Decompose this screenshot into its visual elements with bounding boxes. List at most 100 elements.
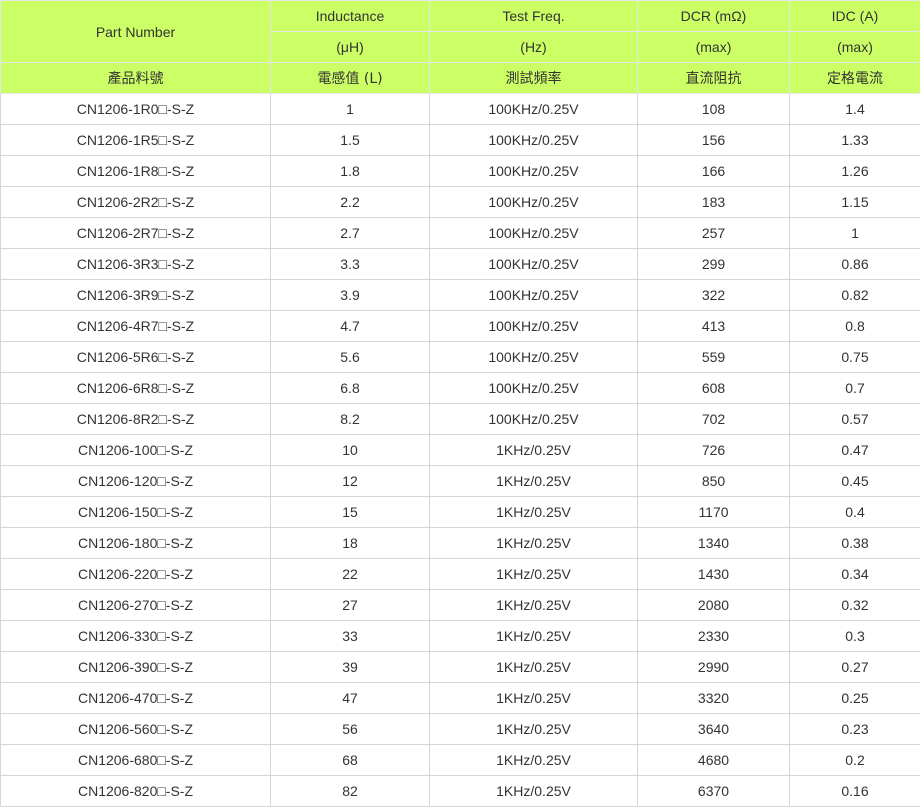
cell-dcr: 3640 [638, 714, 790, 745]
cell-inductance: 56 [271, 714, 430, 745]
cell-dcr: 559 [638, 342, 790, 373]
cell-idc: 0.4 [790, 497, 920, 528]
cell-test-freq: 100KHz/0.25V [430, 342, 638, 373]
cell-part-number: CN1206-4R7□-S-Z [1, 311, 271, 342]
cell-dcr: 322 [638, 280, 790, 311]
cell-test-freq: 100KHz/0.25V [430, 187, 638, 218]
table-row: CN1206-470□-S-Z471KHz/0.25V33200.25 [1, 683, 920, 714]
cell-inductance: 10 [271, 435, 430, 466]
table-row: CN1206-330□-S-Z331KHz/0.25V23300.3 [1, 621, 920, 652]
cell-test-freq: 100KHz/0.25V [430, 280, 638, 311]
table-row: CN1206-3R3□-S-Z3.3100KHz/0.25V2990.86 [1, 249, 920, 280]
cell-inductance: 6.8 [271, 373, 430, 404]
cell-part-number: CN1206-1R8□-S-Z [1, 156, 271, 187]
cell-idc: 0.3 [790, 621, 920, 652]
cell-inductance: 3.9 [271, 280, 430, 311]
cell-idc: 0.2 [790, 745, 920, 776]
cell-dcr: 6370 [638, 776, 790, 807]
cell-inductance: 15 [271, 497, 430, 528]
cell-idc: 0.27 [790, 652, 920, 683]
cell-idc: 0.75 [790, 342, 920, 373]
cell-idc: 1.26 [790, 156, 920, 187]
cell-part-number: CN1206-3R9□-S-Z [1, 280, 271, 311]
cell-part-number: CN1206-8R2□-S-Z [1, 404, 271, 435]
header-idc: IDC (A) [790, 1, 920, 32]
cell-test-freq: 100KHz/0.25V [430, 311, 638, 342]
header-inductance: Inductance [271, 1, 430, 32]
table-row: CN1206-180□-S-Z181KHz/0.25V13400.38 [1, 528, 920, 559]
cell-idc: 1.15 [790, 187, 920, 218]
cell-inductance: 2.7 [271, 218, 430, 249]
cell-inductance: 27 [271, 590, 430, 621]
cell-part-number: CN1206-1R5□-S-Z [1, 125, 271, 156]
table-row: CN1206-2R7□-S-Z2.7100KHz/0.25V2571 [1, 218, 920, 249]
cell-test-freq: 100KHz/0.25V [430, 218, 638, 249]
cell-inductance: 4.7 [271, 311, 430, 342]
cell-part-number: CN1206-470□-S-Z [1, 683, 271, 714]
table-row: CN1206-5R6□-S-Z5.6100KHz/0.25V5590.75 [1, 342, 920, 373]
cell-dcr: 850 [638, 466, 790, 497]
cell-idc: 1 [790, 218, 920, 249]
header-part-number-cn: 產品料號 [1, 63, 271, 94]
spec-table-body: Part Number Inductance Test Freq. DCR (m… [1, 1, 920, 807]
cell-part-number: CN1206-2R7□-S-Z [1, 218, 271, 249]
cell-test-freq: 1KHz/0.25V [430, 435, 638, 466]
cell-dcr: 702 [638, 404, 790, 435]
cell-dcr: 156 [638, 125, 790, 156]
cell-inductance: 18 [271, 528, 430, 559]
cell-part-number: CN1206-100□-S-Z [1, 435, 271, 466]
header-test-freq-unit: (Hz) [430, 32, 638, 63]
cell-test-freq: 1KHz/0.25V [430, 590, 638, 621]
cell-dcr: 413 [638, 311, 790, 342]
cell-part-number: CN1206-120□-S-Z [1, 466, 271, 497]
table-row: CN1206-2R2□-S-Z2.2100KHz/0.25V1831.15 [1, 187, 920, 218]
cell-idc: 0.7 [790, 373, 920, 404]
header-test-freq: Test Freq. [430, 1, 638, 32]
cell-dcr: 299 [638, 249, 790, 280]
cell-test-freq: 1KHz/0.25V [430, 559, 638, 590]
header-idc-unit: (max) [790, 32, 920, 63]
header-dcr: DCR (mΩ) [638, 1, 790, 32]
cell-part-number: CN1206-2R2□-S-Z [1, 187, 271, 218]
cell-test-freq: 100KHz/0.25V [430, 156, 638, 187]
table-row: CN1206-1R8□-S-Z1.8100KHz/0.25V1661.26 [1, 156, 920, 187]
cell-dcr: 3320 [638, 683, 790, 714]
cell-inductance: 12 [271, 466, 430, 497]
cell-part-number: CN1206-220□-S-Z [1, 559, 271, 590]
cell-test-freq: 1KHz/0.25V [430, 652, 638, 683]
cell-part-number: CN1206-390□-S-Z [1, 652, 271, 683]
cell-inductance: 8.2 [271, 404, 430, 435]
table-row: CN1206-6R8□-S-Z6.8100KHz/0.25V6080.7 [1, 373, 920, 404]
cell-part-number: CN1206-820□-S-Z [1, 776, 271, 807]
cell-test-freq: 100KHz/0.25V [430, 94, 638, 125]
cell-idc: 0.38 [790, 528, 920, 559]
table-row: CN1206-100□-S-Z101KHz/0.25V7260.47 [1, 435, 920, 466]
cell-part-number: CN1206-330□-S-Z [1, 621, 271, 652]
table-row: CN1206-4R7□-S-Z4.7100KHz/0.25V4130.8 [1, 311, 920, 342]
cell-test-freq: 1KHz/0.25V [430, 776, 638, 807]
table-row: CN1206-220□-S-Z221KHz/0.25V14300.34 [1, 559, 920, 590]
cell-test-freq: 1KHz/0.25V [430, 466, 638, 497]
cell-idc: 0.16 [790, 776, 920, 807]
table-row: CN1206-270□-S-Z271KHz/0.25V20800.32 [1, 590, 920, 621]
header-part-number: Part Number [1, 1, 271, 63]
cell-inductance: 33 [271, 621, 430, 652]
cell-dcr: 1340 [638, 528, 790, 559]
table-row: CN1206-120□-S-Z121KHz/0.25V8500.45 [1, 466, 920, 497]
cell-inductance: 1.5 [271, 125, 430, 156]
cell-idc: 0.82 [790, 280, 920, 311]
header-test-freq-cn: 測試頻率 [430, 63, 638, 94]
table-row: CN1206-560□-S-Z561KHz/0.25V36400.23 [1, 714, 920, 745]
cell-idc: 0.23 [790, 714, 920, 745]
cell-test-freq: 1KHz/0.25V [430, 745, 638, 776]
cell-inductance: 5.6 [271, 342, 430, 373]
cell-part-number: CN1206-180□-S-Z [1, 528, 271, 559]
cell-dcr: 257 [638, 218, 790, 249]
cell-test-freq: 1KHz/0.25V [430, 621, 638, 652]
header-row-1: Part Number Inductance Test Freq. DCR (m… [1, 1, 920, 32]
cell-test-freq: 100KHz/0.25V [430, 404, 638, 435]
cell-dcr: 2990 [638, 652, 790, 683]
cell-test-freq: 1KHz/0.25V [430, 528, 638, 559]
table-row: CN1206-390□-S-Z391KHz/0.25V29900.27 [1, 652, 920, 683]
cell-dcr: 183 [638, 187, 790, 218]
